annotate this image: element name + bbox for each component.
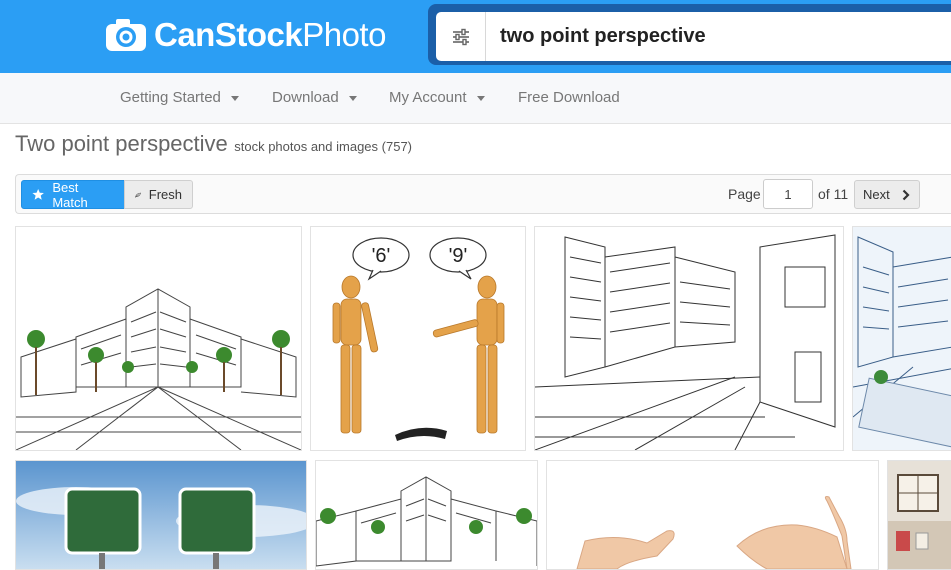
caret-down-icon <box>348 95 357 101</box>
nav-download[interactable]: Download <box>272 73 357 123</box>
brand-bold: CanStock <box>154 16 303 53</box>
city-perspective-color-image <box>316 461 537 569</box>
result-thumbnail[interactable] <box>546 460 879 570</box>
page-title: Two point perspective <box>15 131 228 156</box>
result-thumbnail[interactable]: '6' '9' <box>310 226 526 451</box>
caret-down-icon <box>476 95 485 101</box>
camera-icon <box>106 19 146 51</box>
bubble-six-text: '6' <box>372 245 391 267</box>
nav-label: Free Download <box>518 89 620 106</box>
city-perspective-image <box>16 227 301 450</box>
star-icon <box>32 188 44 200</box>
page-number-input[interactable] <box>763 179 813 209</box>
open-hands-image <box>547 461 878 569</box>
results-heading: Two point perspective stock photos and i… <box>15 131 412 157</box>
search-bar <box>428 4 951 65</box>
road-signs-image <box>16 461 306 569</box>
results-toolbar: Best Match Fresh Page of 11 Next <box>15 174 951 214</box>
caret-down-icon <box>230 95 239 101</box>
page-total: of 11 <box>818 186 849 202</box>
fresh-button[interactable]: Fresh <box>124 180 193 209</box>
brand-light: Photo <box>302 16 386 53</box>
bubble-nine-text: '9' <box>449 245 468 267</box>
site-header: CanStockPhoto <box>0 0 951 73</box>
result-thumbnail[interactable] <box>15 460 307 570</box>
page-label: Page <box>728 186 761 202</box>
sliders-icon <box>452 28 469 45</box>
result-thumbnail[interactable] <box>852 226 951 451</box>
brand-name: CanStockPhoto <box>154 14 386 56</box>
nav-free-download[interactable]: Free Download <box>518 73 620 123</box>
leaf-icon <box>135 192 141 198</box>
result-thumbnail[interactable] <box>534 226 844 451</box>
wooden-mannequins-image: '6' '9' <box>311 227 525 450</box>
chevron-right-icon <box>902 189 910 200</box>
search-filter-button[interactable] <box>436 12 486 61</box>
result-thumbnail[interactable] <box>15 226 302 451</box>
nav-my-account[interactable]: My Account <box>389 73 485 123</box>
site-logo[interactable]: CanStockPhoto <box>104 14 386 56</box>
result-thumbnail[interactable] <box>887 460 951 570</box>
results-count: stock photos and images (757) <box>234 139 413 154</box>
nav-label: My Account <box>389 89 467 106</box>
best-match-label: Best Match <box>52 179 88 210</box>
street-perspective-image <box>535 227 843 450</box>
nav-label: Download <box>272 89 339 106</box>
main-nav: Getting Started Download My Account Free… <box>0 73 951 124</box>
best-match-button[interactable]: Best Match <box>21 179 125 210</box>
search-input[interactable] <box>486 12 951 61</box>
interior-room-image <box>888 461 951 569</box>
nav-getting-started[interactable]: Getting Started <box>120 73 239 123</box>
next-page-button[interactable]: Next <box>854 180 920 209</box>
nav-label: Getting Started <box>120 89 221 106</box>
result-thumbnail[interactable] <box>315 460 538 570</box>
blueprint-city-image <box>853 227 951 450</box>
fresh-label: Fresh <box>148 187 182 202</box>
next-label: Next <box>863 187 890 202</box>
